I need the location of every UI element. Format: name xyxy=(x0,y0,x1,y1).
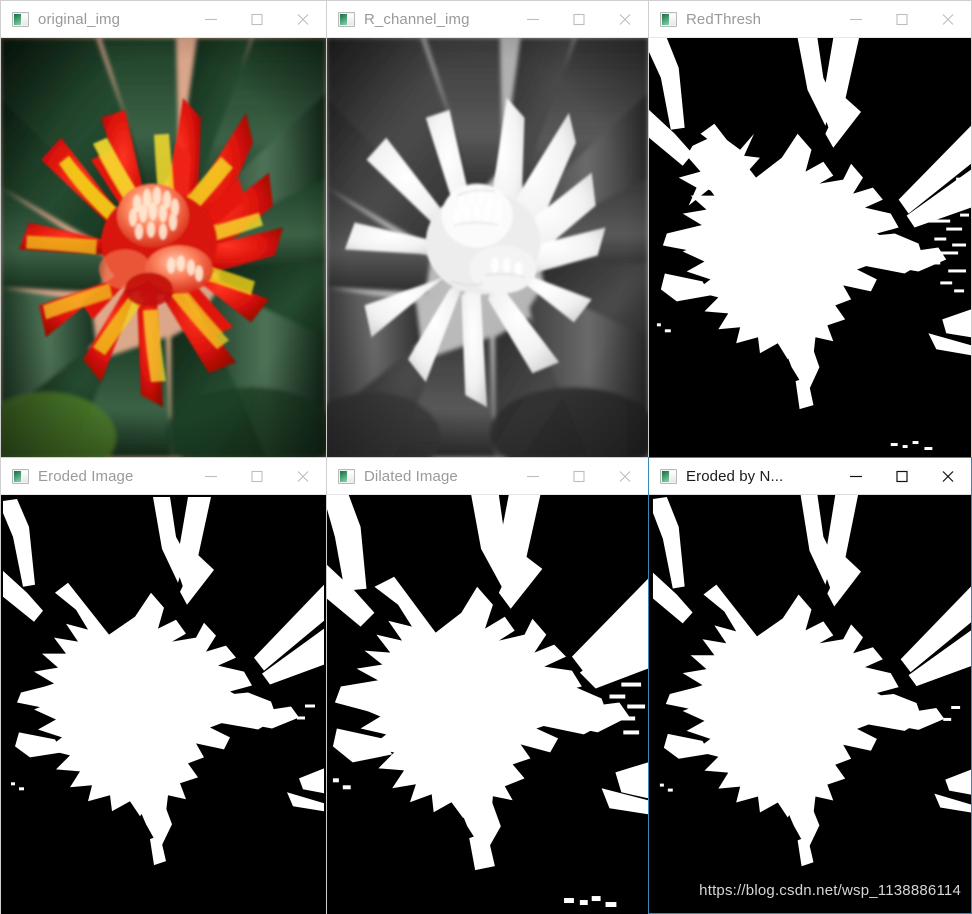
maximize-button[interactable] xyxy=(556,458,602,495)
minimize-button[interactable] xyxy=(510,458,556,495)
window-controls xyxy=(188,1,326,37)
window-title: Eroded by N... xyxy=(686,467,784,485)
image-app-icon xyxy=(660,468,677,484)
window-dilated-image[interactable]: Dilated Image xyxy=(326,457,649,914)
image-canvas-eroded xyxy=(1,495,326,914)
window-controls xyxy=(188,458,326,494)
watermark-text: https://blog.csdn.net/wsp_1138886114 xyxy=(699,882,961,899)
image-canvas-original xyxy=(1,38,326,457)
close-button[interactable] xyxy=(280,458,326,495)
image-app-icon xyxy=(338,468,355,484)
titlebar[interactable]: original_img xyxy=(1,1,326,38)
window-title: R_channel_img xyxy=(364,10,470,28)
close-button[interactable] xyxy=(925,1,971,38)
titlebar[interactable]: R_channel_img xyxy=(327,1,648,38)
close-button[interactable] xyxy=(602,1,648,38)
titlebar[interactable]: RedThresh xyxy=(649,1,971,38)
window-eroded-image[interactable]: Eroded Image xyxy=(0,457,327,914)
window-title: RedThresh xyxy=(686,10,762,28)
maximize-button[interactable] xyxy=(879,1,925,38)
titlebar[interactable]: Eroded by N... xyxy=(649,458,971,495)
window-r-channel-img[interactable]: R_channel_img xyxy=(326,0,649,457)
window-controls xyxy=(833,458,971,494)
minimize-button[interactable] xyxy=(510,1,556,38)
photo-flower xyxy=(1,38,326,457)
desktop: original_img R_channel_img RedThresh Ero… xyxy=(0,0,972,914)
image-app-icon xyxy=(660,11,677,27)
maximize-button[interactable] xyxy=(234,1,280,38)
maximize-button[interactable] xyxy=(879,458,925,495)
image-canvas-eroded-by-n: https://blog.csdn.net/wsp_1138886114 xyxy=(649,495,971,913)
image-app-icon xyxy=(12,468,29,484)
window-red-thresh[interactable]: RedThresh xyxy=(648,0,972,457)
window-eroded-by-n[interactable]: Eroded by N... https://blog.csdn.net/wsp… xyxy=(648,457,972,914)
titlebar[interactable]: Dilated Image xyxy=(327,458,648,495)
close-button[interactable] xyxy=(602,458,648,495)
binary-mask-eroded xyxy=(1,495,326,914)
image-canvas-red-thresh xyxy=(649,38,971,457)
image-app-icon xyxy=(338,11,355,27)
window-controls xyxy=(833,1,971,37)
window-controls xyxy=(510,1,648,37)
image-canvas-r-channel xyxy=(327,38,648,457)
titlebar[interactable]: Eroded Image xyxy=(1,458,326,495)
close-button[interactable] xyxy=(280,1,326,38)
binary-mask-dilated xyxy=(327,495,648,914)
minimize-button[interactable] xyxy=(833,458,879,495)
window-controls xyxy=(510,458,648,494)
close-button[interactable] xyxy=(925,458,971,495)
window-title: Eroded Image xyxy=(38,467,134,485)
minimize-button[interactable] xyxy=(188,458,234,495)
binary-mask-threshold xyxy=(649,38,971,457)
minimize-button[interactable] xyxy=(188,1,234,38)
grayscale-red-channel xyxy=(327,38,648,457)
image-canvas-dilated xyxy=(327,495,648,914)
image-app-icon xyxy=(12,11,29,27)
maximize-button[interactable] xyxy=(556,1,602,38)
minimize-button[interactable] xyxy=(833,1,879,38)
window-title: original_img xyxy=(38,10,121,28)
window-original-img[interactable]: original_img xyxy=(0,0,327,457)
maximize-button[interactable] xyxy=(234,458,280,495)
window-title: Dilated Image xyxy=(364,467,458,485)
binary-mask-eroded-by-n xyxy=(649,495,971,913)
